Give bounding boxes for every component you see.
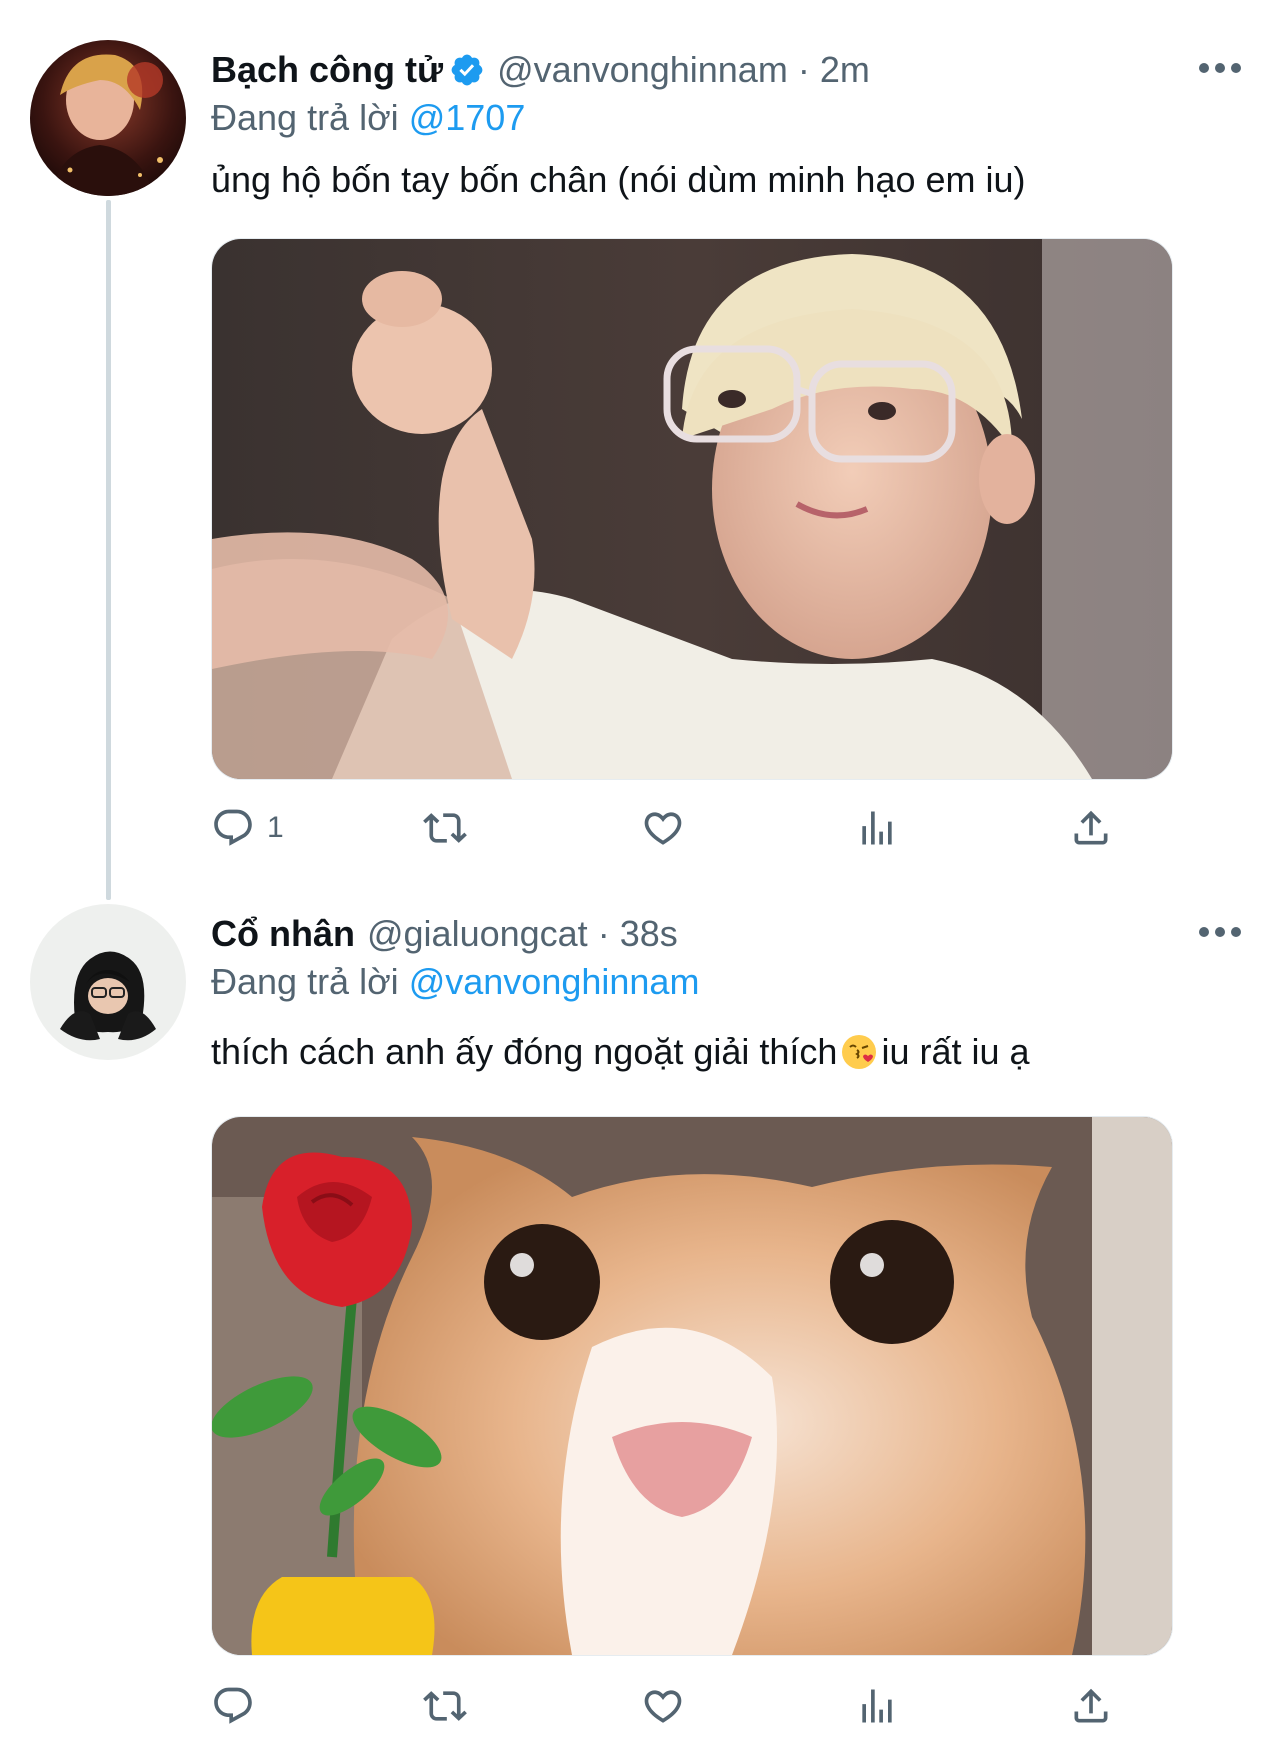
- retweet-button[interactable]: [423, 1676, 467, 1736]
- replying-to-handle[interactable]: @1707: [409, 97, 526, 138]
- reply-button[interactable]: 1: [211, 798, 284, 858]
- heart-icon: [644, 812, 682, 845]
- reply-icon: [214, 809, 252, 846]
- like-button[interactable]: [641, 1676, 685, 1736]
- tweet-text: ủng hộ bốn tay bốn chân (nói dùm minh hạ…: [211, 159, 1026, 200]
- timestamp[interactable]: 2m: [820, 48, 870, 92]
- face-blowing-kiss-icon: [841, 1034, 877, 1070]
- separator-dot: ·: [797, 49, 810, 90]
- avatar[interactable]: [30, 904, 186, 1060]
- analytics-icon: [862, 811, 892, 845]
- reply-button[interactable]: [211, 1676, 267, 1736]
- share-button[interactable]: [1069, 798, 1113, 858]
- replying-to-handle[interactable]: @vanvonghinnam: [409, 961, 700, 1002]
- replying-to-label: Đang trả lời: [211, 961, 399, 1002]
- user-handle[interactable]: @gialuongcat: [367, 912, 588, 956]
- retweet-icon: [423, 1691, 467, 1721]
- replying-to: Đang trả lời @1707: [211, 96, 525, 140]
- user-handle[interactable]: @vanvonghinnam: [497, 48, 788, 92]
- share-button[interactable]: [1069, 1676, 1113, 1736]
- share-icon: [1074, 810, 1108, 845]
- replying-to-label: Đang trả lời: [211, 97, 399, 138]
- display-name[interactable]: Cổ nhân: [211, 912, 355, 956]
- tweet-text: thích cách anh ấy đóng ngoặt giải thích …: [211, 1030, 1030, 1074]
- retweet-button[interactable]: [423, 798, 467, 858]
- heart-icon: [644, 1690, 682, 1723]
- tweet-actions: 1: [211, 798, 1131, 858]
- tweet[interactable]: Cổ nhân @gialuongcat · 38s Đang trả lời …: [0, 880, 1284, 1757]
- thread-line: [106, 200, 111, 900]
- views-button[interactable]: [855, 798, 899, 858]
- avatar[interactable]: [30, 40, 186, 196]
- more-options-icon[interactable]: [1196, 920, 1244, 944]
- replying-to: Đang trả lời @vanvonghinnam: [211, 960, 699, 1004]
- display-name[interactable]: Bạch công tử: [211, 48, 443, 92]
- retweet-icon: [423, 813, 467, 843]
- tweet-header: Bạch công tử @vanvonghinnam · 2m: [211, 48, 870, 92]
- tweet-text-part: thích cách anh ấy đóng ngoặt giải thích: [211, 1031, 838, 1072]
- tweet-header: Cổ nhân @gialuongcat · 38s: [211, 912, 678, 956]
- reply-icon: [214, 1687, 252, 1724]
- tweet-text-part: iu rất iu ạ: [881, 1031, 1030, 1072]
- share-icon: [1074, 1688, 1108, 1723]
- like-button[interactable]: [641, 798, 685, 858]
- tweet[interactable]: Bạch công tử @vanvonghinnam · 2m Đang tr…: [0, 0, 1284, 900]
- tweet-photo[interactable]: [211, 1116, 1173, 1656]
- separator-dot: ·: [597, 913, 610, 954]
- reply-count: 1: [267, 811, 284, 844]
- tweet-actions: [211, 1676, 1131, 1736]
- timestamp[interactable]: 38s: [620, 912, 678, 956]
- tweet-photo[interactable]: [211, 238, 1173, 780]
- analytics-icon: [862, 1689, 892, 1723]
- verified-badge-icon: [449, 52, 485, 88]
- more-options-icon[interactable]: [1196, 56, 1244, 80]
- views-button[interactable]: [855, 1676, 899, 1736]
